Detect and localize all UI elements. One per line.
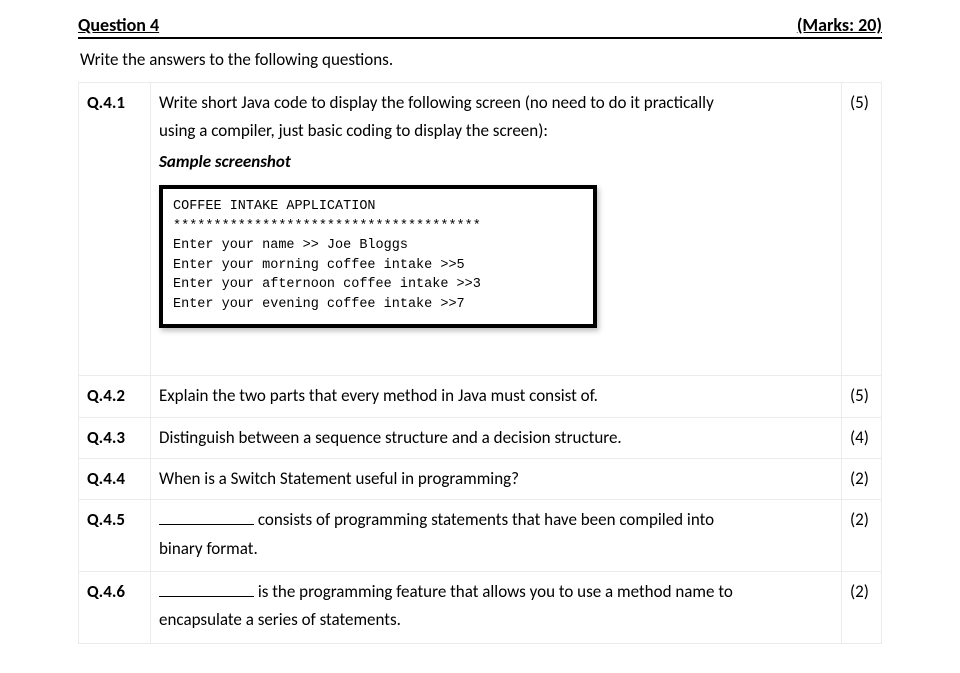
question-number: Q.4.5 bbox=[79, 500, 151, 572]
question-text: Distinguish between a sequence structure… bbox=[159, 427, 622, 448]
console-line: ************************************** bbox=[173, 217, 583, 237]
question-text-line: binary format. bbox=[159, 536, 833, 562]
question-body: When is a Switch Statement useful in pro… bbox=[151, 459, 842, 500]
question-body: Distinguish between a sequence structure… bbox=[151, 417, 842, 458]
question-body: is the programming feature that allows y… bbox=[151, 572, 842, 644]
question-marks: (2) bbox=[842, 459, 882, 500]
fill-in-blank bbox=[159, 585, 254, 597]
table-row: Q.4.6 is the programming feature that al… bbox=[79, 572, 882, 644]
console-line: Enter your evening coffee intake >>7 bbox=[173, 295, 583, 315]
question-body: Explain the two parts that every method … bbox=[151, 376, 842, 417]
table-row: Q.4.3 Distinguish between a sequence str… bbox=[79, 417, 882, 458]
question-number: Q.4.1 bbox=[79, 83, 151, 376]
console-line: Enter your morning coffee intake >>5 bbox=[173, 256, 583, 276]
question-text-line: using a compiler, just basic coding to d… bbox=[159, 118, 833, 144]
table-row: Q.4.4 When is a Switch Statement useful … bbox=[79, 459, 882, 500]
question-text: When is a Switch Statement useful in pro… bbox=[159, 468, 519, 489]
question-body: Write short Java code to display the fol… bbox=[151, 83, 842, 376]
question-number: Q.4.4 bbox=[79, 459, 151, 500]
question-number: Q.4.3 bbox=[79, 417, 151, 458]
question-text: Explain the two parts that every method … bbox=[159, 385, 598, 406]
console-screenshot: COFFEE INTAKE APPLICATION **************… bbox=[159, 185, 597, 328]
fill-in-blank bbox=[159, 514, 254, 526]
question-marks: (2) bbox=[842, 500, 882, 572]
question-number: Q.4.2 bbox=[79, 376, 151, 417]
question-text-line: Write short Java code to display the fol… bbox=[159, 90, 833, 116]
table-row: Q.4.1 Write short Java code to display t… bbox=[79, 83, 882, 376]
question-marks: (2) bbox=[842, 572, 882, 644]
question-text: is the programming feature that allows y… bbox=[254, 581, 733, 602]
question-title: Question 4 bbox=[78, 14, 159, 36]
question-total-marks: (Marks: 20) bbox=[797, 14, 882, 36]
question-number: Q.4.6 bbox=[79, 572, 151, 644]
table-row: Q.4.2 Explain the two parts that every m… bbox=[79, 376, 882, 417]
instruction-text: Write the answers to the following quest… bbox=[78, 45, 882, 80]
question-marks: (4) bbox=[842, 417, 882, 458]
question-marks: (5) bbox=[842, 83, 882, 376]
table-row: Q.4.5 consists of programming statements… bbox=[79, 500, 882, 572]
questions-table: Q.4.1 Write short Java code to display t… bbox=[78, 82, 882, 644]
console-line: Enter your afternoon coffee intake >>3 bbox=[173, 275, 583, 295]
sample-screenshot-label: Sample screenshot bbox=[159, 149, 833, 175]
question-text: consists of programming statements that … bbox=[254, 509, 714, 530]
question-header: Question 4 (Marks: 20) bbox=[78, 14, 882, 39]
console-line: Enter your name >> Joe Bloggs bbox=[173, 236, 583, 256]
console-line: COFFEE INTAKE APPLICATION bbox=[173, 197, 583, 217]
question-body: consists of programming statements that … bbox=[151, 500, 842, 572]
question-text-line: encapsulate a series of statements. bbox=[159, 607, 833, 633]
question-marks: (5) bbox=[842, 376, 882, 417]
